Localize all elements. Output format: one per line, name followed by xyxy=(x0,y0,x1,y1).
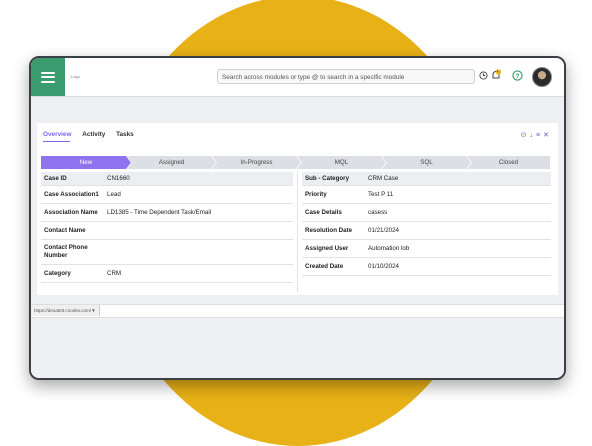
stage-sql[interactable]: SQL xyxy=(382,156,471,169)
field-row: Contact Phone Number xyxy=(41,240,293,265)
clock-icon[interactable] xyxy=(479,71,488,80)
field-row: Category CRM xyxy=(41,265,293,283)
column-divider xyxy=(297,172,298,292)
field-row: Case ID CN1660 xyxy=(41,172,293,186)
case-detail-panel: Overview Activity Tasks ⊙↓≡✕ New Assigne… xyxy=(37,123,558,295)
field-value: CRM xyxy=(107,270,122,277)
field-value: 01/21/2024 xyxy=(368,227,399,234)
field-label: Priority xyxy=(305,191,327,198)
tab-tasks[interactable]: Tasks xyxy=(116,131,134,138)
field-label: Case ID xyxy=(44,175,67,182)
field-row: Sub - Category CRM Case xyxy=(302,172,551,186)
field-label: Sub - Category xyxy=(305,175,350,182)
field-value: CN1660 xyxy=(107,175,130,182)
field-row: Created Date 01/10/2024 xyxy=(302,258,551,276)
field-value: casess xyxy=(368,209,388,216)
app-window: Logo Search across modules or type @ to … xyxy=(29,56,566,380)
field-row: Priority Test P 11 xyxy=(302,186,551,204)
field-value: Lead xyxy=(107,191,121,198)
field-row: Resolution Date 01/21/2024 xyxy=(302,222,551,240)
field-value: CRM Case xyxy=(368,175,399,182)
field-row: Case Details casess xyxy=(302,204,551,222)
stage-closed[interactable]: Closed xyxy=(467,156,550,169)
hamburger-icon xyxy=(41,71,55,83)
menu-button[interactable] xyxy=(31,58,65,96)
field-label: Case Details xyxy=(305,209,342,216)
field-label: Resolution Date xyxy=(305,227,353,234)
field-label: Case Association1 xyxy=(44,191,99,198)
main-content: Overview Activity Tasks ⊙↓≡✕ New Assigne… xyxy=(31,97,564,378)
svg-text:?: ? xyxy=(516,73,520,80)
field-value: Test P 11 xyxy=(368,191,394,198)
field-row: Contact Name xyxy=(41,222,293,240)
panel-actions: ⊙↓≡✕ xyxy=(521,131,552,139)
tab-overview[interactable]: Overview xyxy=(43,131,71,138)
field-row: Assigned User Automation lob xyxy=(302,240,551,258)
field-label: Contact Phone Number xyxy=(44,244,88,259)
stage-in-progress[interactable]: In-Progress xyxy=(212,156,301,169)
link-preview-url: https://dexat03.cnodev.com/▼ xyxy=(31,305,100,316)
field-row: Case Association1 Lead xyxy=(41,186,293,204)
field-label: Association Name xyxy=(44,209,98,216)
status-bar: https://dexat03.cnodev.com/▼ xyxy=(31,304,564,318)
stage-pipeline: New Assigned In-Progress MQL SQL Closed xyxy=(41,156,550,169)
global-search-input[interactable]: Search across modules or type @ to searc… xyxy=(217,69,475,84)
stage-mql[interactable]: MQL xyxy=(297,156,386,169)
field-label: Assigned User xyxy=(305,245,349,252)
collapse-icon[interactable]: ⊙ xyxy=(521,132,530,139)
stage-assigned[interactable]: Assigned xyxy=(127,156,216,169)
field-label: Category xyxy=(44,270,71,277)
help-icon[interactable]: ? xyxy=(512,70,523,81)
tab-activity[interactable]: Activity xyxy=(82,131,105,138)
field-value: LD1385 - Time Dependent Task/Email xyxy=(107,209,212,216)
stage-new[interactable]: New xyxy=(41,156,131,169)
active-tab-indicator xyxy=(43,141,70,142)
field-label: Created Date xyxy=(305,263,344,270)
field-label: Contact Name xyxy=(44,227,86,234)
field-row: Association Name LD1385 - Time Dependent… xyxy=(41,204,293,222)
notification-badge: 1 xyxy=(496,68,499,73)
top-bar: Logo Search across modules or type @ to … xyxy=(31,58,564,97)
close-icon[interactable]: ✕ xyxy=(543,132,552,139)
field-value: 01/10/2024 xyxy=(368,263,399,270)
user-avatar[interactable] xyxy=(532,67,552,87)
app-logo: Logo xyxy=(71,74,80,79)
field-value: Automation lob xyxy=(368,245,410,252)
detail-tabs: Overview Activity Tasks xyxy=(43,131,143,138)
